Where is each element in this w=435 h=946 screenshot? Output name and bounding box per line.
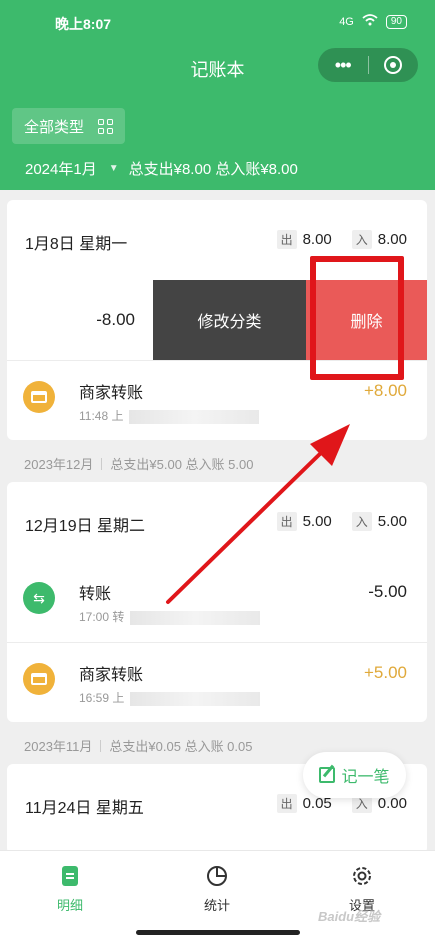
tab-statistics[interactable]: 统计 [177, 865, 257, 914]
edit-icon [319, 767, 336, 783]
add-record-label: 记一笔 [341, 769, 390, 786]
home-indicator[interactable] [136, 930, 300, 935]
document-icon [62, 866, 78, 886]
tab-details[interactable]: 明细 [30, 865, 110, 914]
gear-icon [353, 867, 371, 885]
add-record-button[interactable]: 记一笔 [303, 752, 406, 798]
tab-label: 明细 [56, 898, 83, 913]
pie-chart-icon [207, 866, 227, 886]
tab-label: 统计 [203, 898, 230, 913]
watermark: Baidu经验 [318, 909, 381, 924]
annotation-arrow [166, 424, 350, 604]
